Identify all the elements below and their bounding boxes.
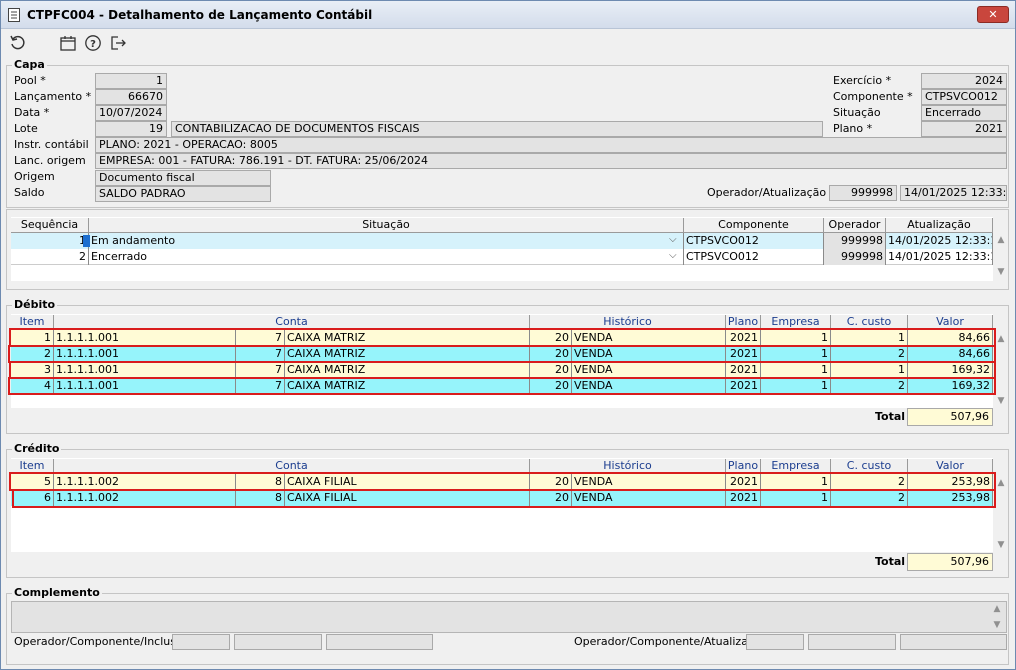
scroll-down-icon[interactable]: ▼ [994,540,1008,550]
seq-cell: 1 [11,233,89,249]
saldo-field: SALDO PADRAO [95,186,271,202]
highlight-box [12,489,996,508]
operador-field: 999998 [829,185,897,201]
saldo-label: Saldo [14,186,45,199]
scroll-down-icon[interactable]: ▼ [990,620,1004,630]
componente-cell: CTPSVCO012 [684,249,824,265]
instr-contabil-label: Instr. contábil [14,138,89,151]
lancamento-label: Lançamento * [14,90,92,103]
header-sequencia[interactable]: Sequência [11,218,89,233]
operador-cell: 999998 [824,233,886,249]
scroll-up-icon[interactable]: ▲ [990,604,1004,614]
inclusao-operador-field [172,634,230,650]
table-row[interactable]: 1 Em andamento CTPSVCO012 999998 14/01/2… [11,233,993,249]
lote-label: Lote [14,122,38,135]
atualizacao-comp-label: Operador/Componente/Atualização [574,635,768,648]
origem-label: Origem [14,170,55,183]
pool-field[interactable]: 1 [95,73,167,89]
componente-label: Componente * [833,90,913,103]
lanc-origem-field: EMPRESA: 001 - FATURA: 786.191 - DT. FAT… [95,153,1007,169]
exercicio-label: Exercício * [833,74,892,87]
atualizacao-cell: 14/01/2025 12:33:11 [888,249,993,265]
inclusao-componente-field [234,634,322,650]
data-label: Data * [14,106,50,119]
title-bar: CTPFC004 - Detalhamento de Lançamento Co… [1,1,1015,29]
header-componente[interactable]: Componente [684,218,824,233]
window-title: CTPFC004 - Detalhamento de Lançamento Co… [27,8,373,22]
plano-field[interactable]: 2021 [921,121,1007,137]
credito-total-field: 507,96 [907,553,993,571]
scroll-up-icon[interactable]: ▲ [994,334,1008,344]
atualizacao-field: 14/01/2025 12:33:11 [900,185,1007,201]
highlight-box [8,377,996,395]
debito-label: Débito [12,298,58,311]
complemento-textarea[interactable] [11,601,1007,633]
origem-field: Documento fiscal [95,170,271,186]
scroll-down-icon[interactable]: ▼ [994,267,1008,277]
debito-total-field: 507,96 [907,408,993,426]
calendar-icon[interactable] [59,34,77,52]
inclusao-data-field [326,634,433,650]
atualizacao-componente-field [808,634,896,650]
text-cursor [83,235,90,247]
atualizacao-data-field [900,634,1007,650]
exit-icon[interactable] [109,34,127,52]
atualizacao-operador-field [746,634,804,650]
situacao-field: Encerrado [921,105,1007,121]
plano-label: Plano * [833,122,873,135]
svg-text:?: ? [90,39,96,50]
header-situacao[interactable]: Situação [89,218,684,233]
lote-number-field[interactable]: 19 [95,121,167,137]
scroll-up-icon[interactable]: ▲ [994,235,1008,245]
debito-total-label: Total [875,410,906,423]
pool-label: Pool * [14,74,46,87]
complemento-label: Complemento [12,586,102,599]
help-icon[interactable]: ? [84,34,102,52]
lanc-origem-label: Lanc. origem [14,154,86,167]
seq-cell: 2 [11,249,89,265]
close-button[interactable]: ✕ [977,6,1009,23]
lancamento-field[interactable]: 66670 [95,89,167,105]
componente-cell: CTPSVCO012 [684,233,824,249]
operador-atualizacao-label: Operador/Atualização [707,186,827,199]
header-operador[interactable]: Operador [824,218,886,233]
chevron-down-icon[interactable]: ⌵ [669,234,677,245]
exercicio-field[interactable]: 2024 [921,73,1007,89]
chevron-down-icon[interactable]: ⌵ [669,250,677,261]
situacao-cell[interactable]: Encerrado [89,249,684,265]
document-icon [8,8,20,22]
situacao-label: Situação [833,106,881,119]
table-row[interactable]: 2 Encerrado CTPSVCO012 999998 14/01/2025… [11,249,993,265]
scroll-up-icon[interactable]: ▲ [994,478,1008,488]
operador-cell: 999998 [824,249,886,265]
main-window: CTPFC004 - Detalhamento de Lançamento Co… [0,0,1016,670]
lote-description-field: CONTABILIZACAO DE DOCUMENTOS FISCAIS [171,121,823,137]
header-atualizacao[interactable]: Atualização [886,218,993,233]
credito-label: Crédito [12,442,62,455]
capa-label: Capa [12,58,47,71]
refresh-icon[interactable] [9,34,27,52]
instr-contabil-field: PLANO: 2021 - OPERACAO: 8005 [95,137,1007,153]
credito-total-label: Total [875,555,906,568]
scroll-down-icon[interactable]: ▼ [994,396,1008,406]
componente-field[interactable]: CTPSVCO012 [921,89,1007,105]
atualizacao-cell: 14/01/2025 12:33:11 [888,233,993,249]
data-field[interactable]: 10/07/2024 [95,105,167,121]
situacao-cell[interactable]: Em andamento [89,233,684,249]
inclusao-label: Operador/Componente/Inclusão [14,635,190,648]
